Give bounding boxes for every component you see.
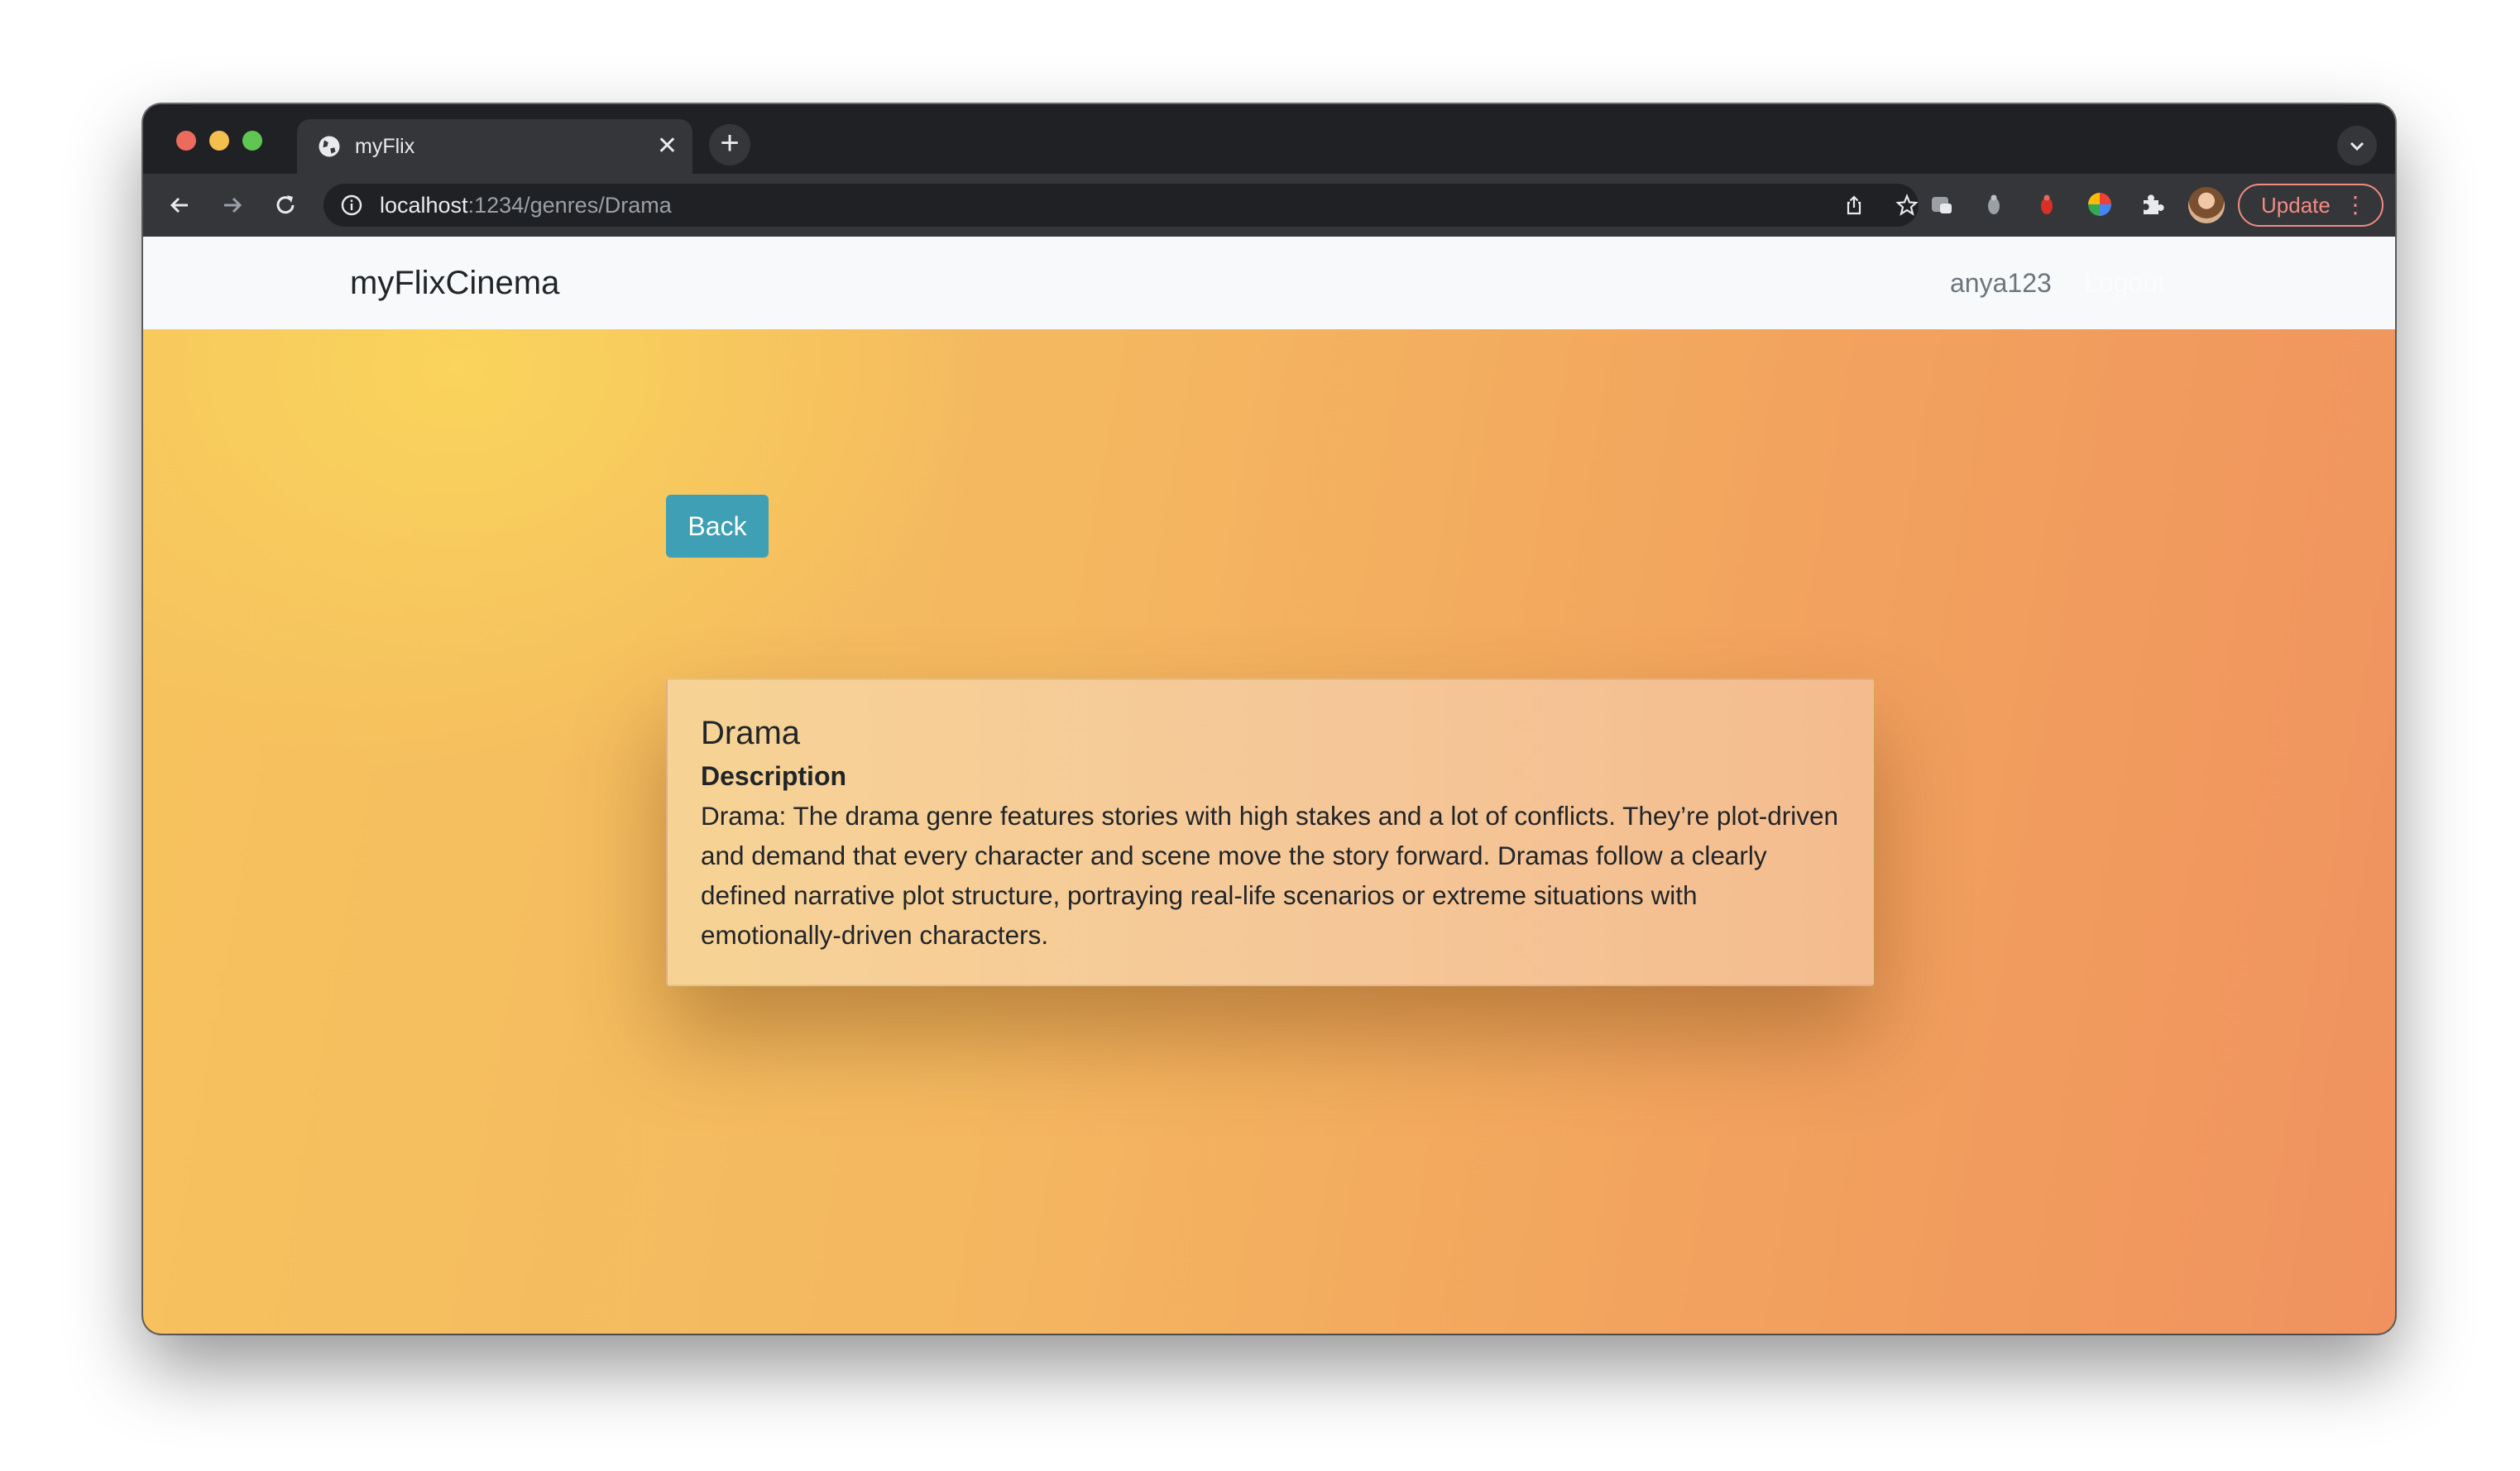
brand-link[interactable]: myFlixCinema [350, 237, 559, 329]
share-icon[interactable] [1842, 194, 1866, 217]
navbar: myFlixCinema anya123 Logout [143, 237, 2395, 329]
genre-card: Drama Description Drama: The drama genre… [666, 678, 1874, 986]
tab-strip: myFlix ✕ + [143, 104, 2395, 174]
tab-search-button[interactable] [2337, 126, 2377, 165]
chevron-down-icon [2350, 141, 2364, 151]
url-text: localhost:1234/genres/Drama [380, 184, 672, 227]
browser-tab[interactable]: myFlix ✕ [297, 119, 692, 174]
profile-link[interactable]: anya123 [1950, 237, 2052, 329]
new-tab-button[interactable]: + [709, 124, 750, 165]
extension-icon[interactable] [1928, 190, 1957, 218]
profile-avatar[interactable] [2188, 187, 2225, 223]
browser-toolbar: localhost:1234/genres/Drama Update ⋮ [143, 174, 2395, 237]
genre-description: Drama: The drama genre features stories … [701, 801, 1839, 950]
globe-icon [319, 136, 340, 157]
forward-arrow-icon[interactable] [218, 190, 247, 220]
back-arrow-icon[interactable] [165, 190, 194, 220]
logout-link[interactable]: Logout [2084, 237, 2165, 329]
url-path: :1234/genres/Drama [467, 193, 672, 218]
update-label: Update [2261, 193, 2331, 218]
site-info-icon[interactable] [340, 194, 363, 217]
address-bar[interactable]: localhost:1234/genres/Drama [323, 184, 1919, 227]
bookmark-star-icon[interactable] [1895, 194, 1919, 217]
extension-icon[interactable] [1980, 190, 2008, 218]
genre-title: Drama [701, 715, 801, 751]
color-picker-extension-icon[interactable] [2086, 190, 2114, 218]
tab-title: myFlix [355, 135, 415, 158]
close-tab-icon[interactable]: ✕ [657, 132, 678, 161]
back-button[interactable]: Back [666, 495, 769, 558]
puzzle-extensions-icon[interactable] [2139, 190, 2167, 218]
browser-window: myFlix ✕ + localhost:1234/genres/Drama U… [143, 104, 2395, 1334]
page-content: myFlixCinema anya123 Logout Back Drama D… [143, 237, 2395, 1334]
extension-icon[interactable] [2033, 190, 2061, 218]
reload-icon[interactable] [271, 190, 300, 220]
more-menu-icon[interactable]: ⋮ [2344, 185, 2367, 225]
description-heading: Description [701, 761, 847, 791]
close-window-button[interactable] [176, 131, 196, 151]
url-host: localhost [380, 193, 468, 218]
maximize-window-button[interactable] [242, 131, 262, 151]
minimize-window-button[interactable] [209, 131, 229, 151]
update-button[interactable]: Update ⋮ [2238, 184, 2383, 227]
